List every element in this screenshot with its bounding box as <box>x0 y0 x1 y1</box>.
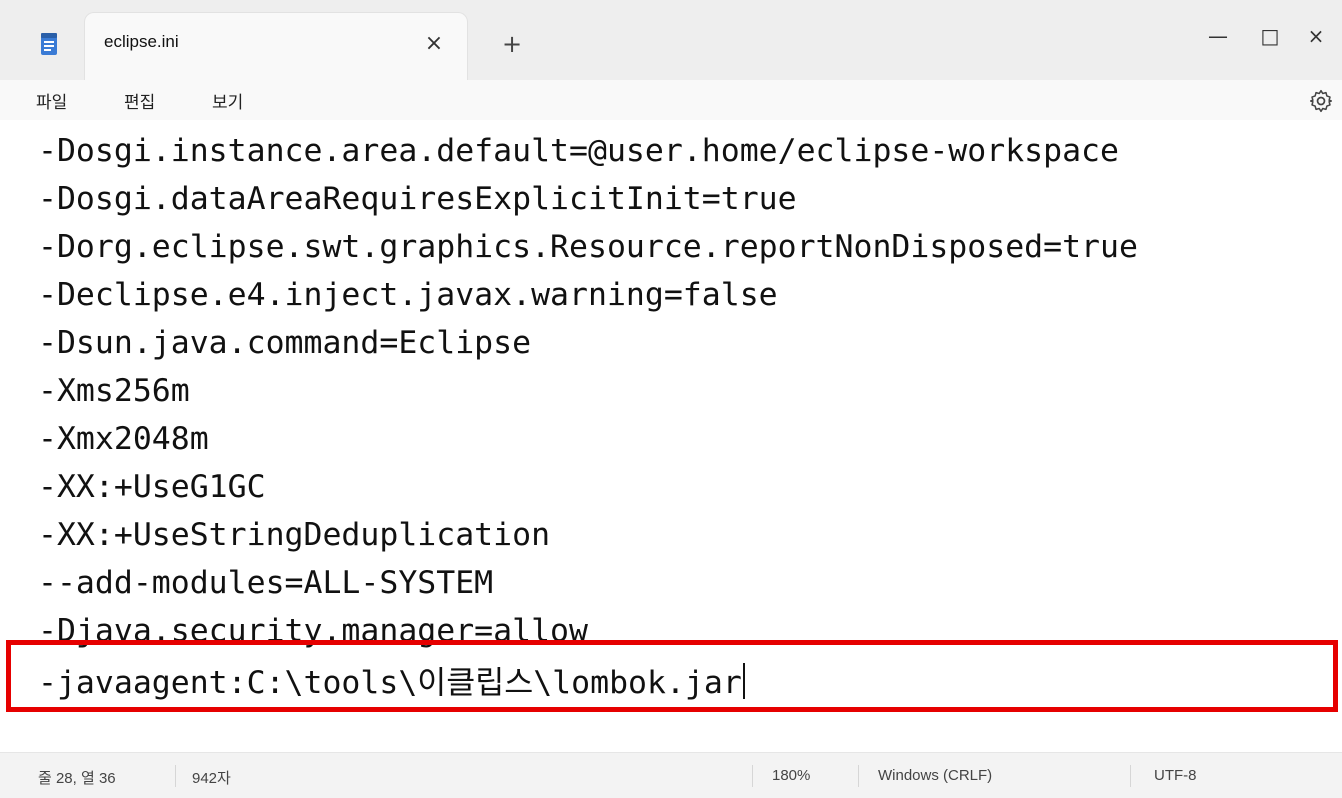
tab-title: eclipse.ini <box>104 32 179 51</box>
editor-line: -Dosgi.dataAreaRequiresExplicitInit=true <box>38 181 797 217</box>
status-cursor-position: 줄 28, 열 36 <box>38 770 116 787</box>
text-caret <box>742 663 745 699</box>
editor-line: -Djava.security.manager=allow <box>38 613 588 649</box>
status-divider <box>175 765 176 787</box>
text-editor[interactable]: -Dosgi.instance.area.default=@user.home/… <box>0 122 1342 750</box>
maximize-button[interactable]: □ <box>1246 16 1294 56</box>
status-divider <box>858 765 859 787</box>
minimize-button[interactable]: — <box>1194 16 1242 56</box>
status-bar: 줄 28, 열 36 942자 180% Windows (CRLF) UTF-… <box>0 752 1342 798</box>
editor-line: -Dorg.eclipse.swt.graphics.Resource.repo… <box>38 229 1138 265</box>
editor-line: -XX:+UseG1GC <box>38 469 266 505</box>
editor-line: -Xms256m <box>38 373 190 409</box>
editor-line: --add-modules=ALL-SYSTEM <box>38 565 494 601</box>
gear-icon[interactable] <box>1308 88 1334 114</box>
close-window-button[interactable]: × <box>1292 16 1340 56</box>
new-tab-button[interactable]: + <box>496 28 528 60</box>
menu-bar: 파일 편집 보기 <box>0 80 1342 120</box>
status-encoding[interactable]: UTF-8 <box>1154 767 1197 784</box>
editor-line: -Xmx2048m <box>38 421 209 457</box>
status-divider <box>752 765 753 787</box>
tab-close-button[interactable]: × <box>416 26 452 62</box>
menu-view[interactable]: 보기 <box>212 88 243 113</box>
editor-line: -Dosgi.instance.area.default=@user.home/… <box>38 133 1119 169</box>
menu-edit[interactable]: 편집 <box>124 88 155 113</box>
title-bar: eclipse.ini × + — □ × <box>0 0 1342 80</box>
status-char-count: 942자 <box>192 770 231 787</box>
status-zoom[interactable]: 180% <box>772 767 810 784</box>
editor-line-text: -javaagent:C:\tools\이클립스\lombok.jar <box>38 665 742 701</box>
editor-line: -XX:+UseStringDeduplication <box>38 517 551 553</box>
editor-line: -Dsun.java.command=Eclipse <box>38 325 532 361</box>
notepad-icon <box>41 33 57 55</box>
editor-line-current: -javaagent:C:\tools\이클립스\lombok.jar <box>38 658 745 708</box>
editor-line: -Declipse.e4.inject.javax.warning=false <box>38 277 778 313</box>
status-line-ending[interactable]: Windows (CRLF) <box>878 767 992 784</box>
menu-file[interactable]: 파일 <box>36 88 67 113</box>
status-divider <box>1130 765 1131 787</box>
